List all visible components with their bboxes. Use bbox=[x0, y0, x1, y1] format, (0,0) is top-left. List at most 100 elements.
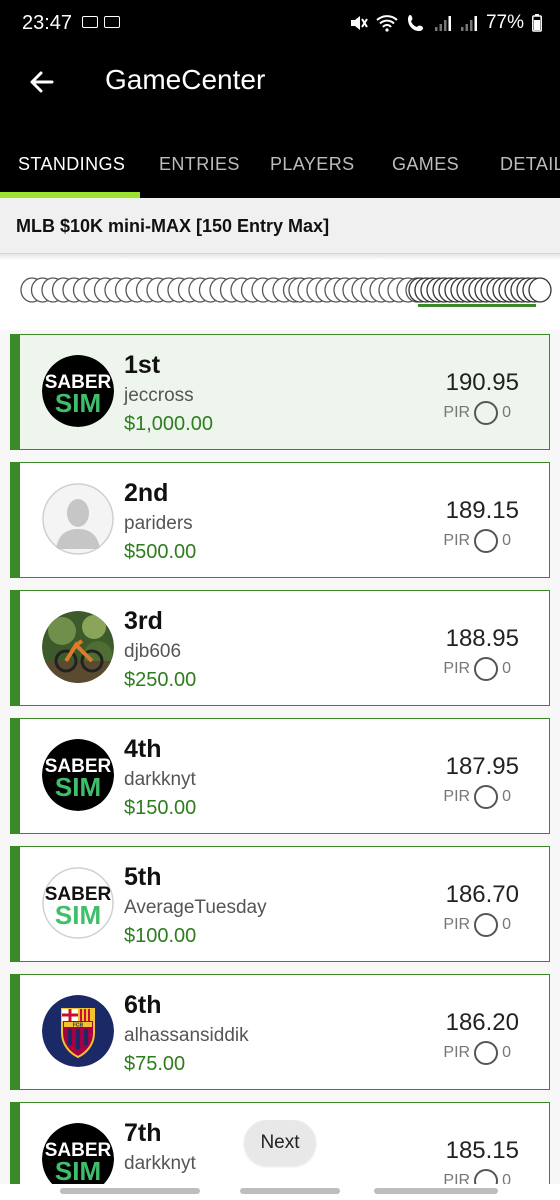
standings-row[interactable]: SABER SIM 1st jeccross $1,000.00 190.95 … bbox=[10, 334, 550, 450]
pir-ring-icon bbox=[474, 785, 499, 809]
pir-indicator: PIR 0 bbox=[443, 529, 511, 553]
battery-text: 77% bbox=[485, 12, 524, 33]
sabersim-logo-icon: SABER SIM bbox=[42, 355, 114, 427]
pir-value: 0 bbox=[502, 660, 511, 677]
standings-list[interactable]: SABER SIM 1st jeccross $1,000.00 190.95 … bbox=[0, 330, 560, 1200]
pir-indicator: PIR 0 bbox=[443, 785, 511, 809]
pir-value: 0 bbox=[502, 532, 511, 549]
status-bar: 23:47 77% bbox=[0, 0, 560, 48]
fantasy-points: 190.95 bbox=[445, 369, 519, 396]
app-bar: GameCenter bbox=[0, 48, 560, 134]
username: pariders bbox=[124, 513, 193, 534]
status-icons: 77% bbox=[348, 12, 542, 34]
battery-icon bbox=[532, 14, 542, 32]
fantasy-points: 188.95 bbox=[445, 625, 519, 652]
pir-label: PIR bbox=[443, 916, 471, 933]
pir-indicator: PIR 0 bbox=[443, 913, 511, 937]
pir-ring-icon bbox=[474, 1041, 499, 1065]
signal-icon bbox=[460, 16, 477, 31]
pir-indicator: PIR 0 bbox=[443, 1041, 511, 1065]
prize-amount: $250.00 bbox=[124, 669, 197, 691]
wifi-call-icon bbox=[407, 15, 423, 31]
avatar-strip-graphic bbox=[20, 277, 552, 307]
standings-row[interactable]: 3rd djb606 $250.00 188.95 PIR 0 bbox=[10, 590, 550, 706]
rank-label: 6th bbox=[124, 991, 162, 1019]
fantasy-points: 185.15 bbox=[445, 1137, 519, 1164]
prize-amount: $150.00 bbox=[124, 797, 197, 819]
pir-label: PIR bbox=[443, 1044, 471, 1061]
rank-label: 3rd bbox=[124, 607, 163, 635]
standings-row[interactable]: FCB 6th alhassansiddik $75.00 186.20 PIR… bbox=[10, 974, 550, 1090]
prize-amount: $500.00 bbox=[124, 541, 197, 563]
rank-label: 5th bbox=[124, 863, 162, 891]
username: alhassansiddik bbox=[124, 1025, 249, 1046]
rank-label: 4th bbox=[124, 735, 162, 763]
notification-icon bbox=[104, 16, 120, 28]
strip-position-indicator bbox=[418, 304, 536, 307]
rank-label: 7th bbox=[124, 1119, 162, 1147]
entry-avatar-icon bbox=[528, 277, 552, 303]
prize-amount: $75.00 bbox=[124, 1053, 186, 1075]
pir-indicator: PIR 0 bbox=[443, 657, 511, 681]
username: darkknyt bbox=[124, 1153, 196, 1174]
pir-label: PIR bbox=[443, 660, 471, 677]
logo-sim-text: SIM bbox=[55, 1156, 101, 1186]
mute-icon bbox=[350, 16, 368, 30]
logo-sim-text: SIM bbox=[55, 388, 101, 418]
bike-photo-icon bbox=[42, 611, 114, 683]
pir-value: 0 bbox=[502, 788, 511, 805]
pir-ring-icon bbox=[474, 529, 499, 553]
pir-ring-icon bbox=[474, 657, 499, 681]
fantasy-points: 189.15 bbox=[445, 497, 519, 524]
page-title: GameCenter bbox=[105, 64, 266, 95]
nav-pill bbox=[374, 1188, 498, 1194]
standings-row[interactable]: SABER SIM 4th darkknyt $150.00 187.95 PI… bbox=[10, 718, 550, 834]
sabersim-logo-icon: SABER SIM bbox=[42, 739, 114, 811]
prize-amount: $100.00 bbox=[124, 925, 197, 947]
tab-detail[interactable]: DETAIL bbox=[500, 154, 560, 175]
username: darkknyt bbox=[124, 769, 196, 790]
notification-icon bbox=[82, 16, 98, 28]
contest-title: MLB $10K mini-MAX [150 Entry Max] bbox=[16, 216, 330, 236]
arrow-left-icon[interactable] bbox=[26, 66, 58, 98]
pir-label: PIR bbox=[443, 404, 471, 421]
pir-value: 0 bbox=[502, 404, 511, 421]
fcb-crest-icon: FCB bbox=[42, 995, 114, 1067]
avatar bbox=[42, 611, 114, 683]
pir-ring-icon bbox=[474, 401, 499, 425]
entry-avatar-strip[interactable] bbox=[0, 254, 560, 330]
pir-value: 0 bbox=[502, 1044, 511, 1061]
status-time: 23:47 bbox=[22, 12, 73, 34]
fantasy-points: 186.20 bbox=[445, 1009, 519, 1036]
logo-sim-text: SIM bbox=[55, 900, 101, 930]
pir-label: PIR bbox=[443, 532, 471, 549]
system-nav-bar bbox=[0, 1184, 560, 1200]
avatar: SABER SIM bbox=[42, 867, 114, 939]
fantasy-points: 186.70 bbox=[445, 881, 519, 908]
tab-standings[interactable]: STANDINGS bbox=[18, 154, 125, 175]
prize-amount: $1,000.00 bbox=[124, 413, 213, 435]
crest-fcb-text: FCB bbox=[73, 1023, 84, 1029]
username: jeccross bbox=[124, 385, 194, 406]
standings-row[interactable]: SABER SIM 5th AverageTuesday $100.00 186… bbox=[10, 846, 550, 962]
wifi-icon bbox=[376, 15, 398, 32]
standings-row[interactable]: 2nd pariders $500.00 189.15 PIR 0 bbox=[10, 462, 550, 578]
logo-sim-text: SIM bbox=[55, 772, 101, 802]
nav-pill bbox=[60, 1188, 200, 1194]
avatar: SABER SIM bbox=[42, 739, 114, 811]
pir-value: 0 bbox=[502, 916, 511, 933]
tab-entries[interactable]: ENTRIES bbox=[159, 154, 240, 175]
username: djb606 bbox=[124, 641, 182, 662]
pir-ring-icon bbox=[474, 913, 499, 937]
tab-players[interactable]: PLAYERS bbox=[270, 154, 355, 175]
tab-bar: STANDINGS ENTRIES PLAYERS GAMES DETAIL bbox=[0, 134, 560, 198]
fantasy-points: 187.95 bbox=[445, 753, 519, 780]
next-button[interactable]: Next bbox=[244, 1120, 316, 1166]
tab-games[interactable]: GAMES bbox=[392, 154, 459, 175]
contest-header: MLB $10K mini-MAX [150 Entry Max] bbox=[0, 198, 560, 254]
pir-indicator: PIR 0 bbox=[443, 401, 511, 425]
rank-label: 2nd bbox=[124, 479, 169, 507]
pir-label: PIR bbox=[443, 788, 471, 805]
sabersim-logo-light-icon: SABER SIM bbox=[42, 867, 114, 939]
avatar: SABER SIM bbox=[42, 355, 114, 427]
